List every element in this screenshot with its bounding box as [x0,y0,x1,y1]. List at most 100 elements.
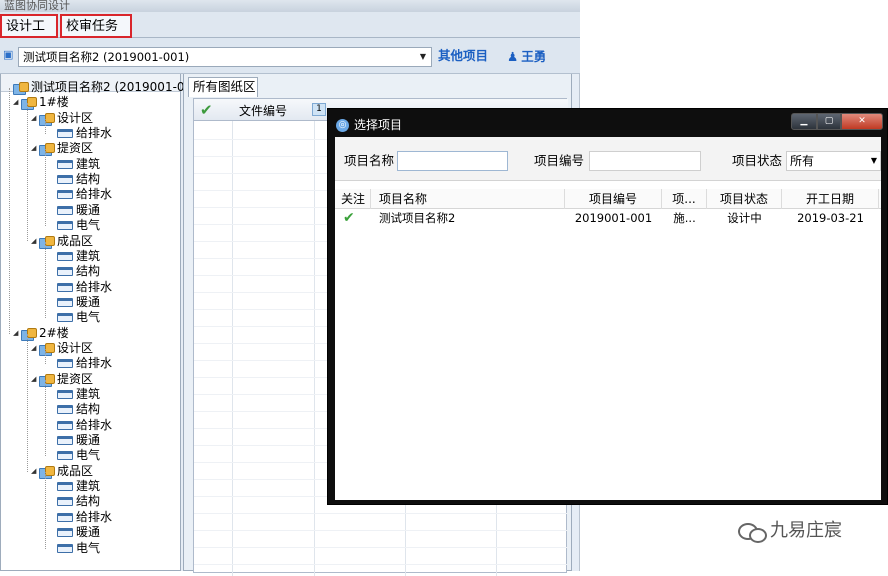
tab-review-tasks[interactable]: 校审任务区 [60,14,132,56]
tree-node-label: 电气 [76,448,101,463]
expand-icon[interactable]: ◢ [31,111,39,126]
chevron-down-icon[interactable]: ▼ [871,152,877,170]
maximize-icon[interactable]: ▢ [817,113,841,130]
tree-leaf-node[interactable]: 给排水 [49,510,112,525]
check-icon[interactable]: ✔ [200,101,213,119]
project-icon: ▣ [3,48,14,61]
tree-leaf-node[interactable]: 电气 [49,310,100,325]
tree-leaf-node[interactable]: 给排水 [49,418,112,433]
tree-leaf-node[interactable]: 给排水 [49,356,112,371]
tree-leaf-node[interactable]: 电气 [49,541,100,556]
window-title: 蓝图协同设计 [0,0,580,12]
tree-leaf-node[interactable]: 建筑 [49,387,100,402]
tree-folder-node[interactable]: ◢ 1#楼 [13,95,69,111]
expand-icon[interactable]: ◢ [31,341,39,356]
tree-leaf-node[interactable]: 建筑 [49,479,100,494]
col-file-number[interactable]: 文件编号 [239,102,287,119]
doc-icon [57,420,73,430]
folder-icon [13,82,29,95]
tree-connector [45,379,46,457]
tree-leaf-node[interactable]: 结构 [49,172,100,187]
tree-node-label: 提资区 [57,141,94,156]
tree-node-label: 给排水 [76,509,113,524]
app-logo-icon: ◎ [336,119,349,132]
col-project-type[interactable]: 项... [662,189,707,209]
tree-leaf-node[interactable]: 结构 [49,264,100,279]
tree-leaf-node[interactable]: 结构 [49,494,100,509]
col-start-date[interactable]: 开工日期 [782,189,879,209]
doc-icon [57,251,73,261]
folder-icon [39,342,55,356]
doc-icon [57,159,73,169]
doc-icon [57,436,73,446]
tree-root-node[interactable]: 测试项目名称2 (2019001-001) [5,80,205,95]
doc-icon [57,190,73,200]
project-select-value: 测试项目名称2 (2019001-001) [23,50,190,64]
tree-leaf-node[interactable]: 电气 [49,218,100,233]
grid-row-line [194,513,568,514]
expand-icon[interactable]: ◢ [31,234,39,249]
tree-leaf-node[interactable]: 建筑 [49,157,100,172]
folder-icon [21,327,37,341]
project-select[interactable]: 测试项目名称2 (2019001-001) ▼ [18,47,432,67]
current-user[interactable]: ♟ 王勇 [507,48,546,66]
project-name-input[interactable] [397,151,508,171]
tree-leaf-node[interactable]: 建筑 [49,249,100,264]
other-projects-link[interactable]: 其他项目 [438,47,488,65]
tree-leaf-node[interactable]: 暖通 [49,295,100,310]
col-project-status[interactable]: 项目状态 [707,189,782,209]
tree-folder-node[interactable]: ◢ 2#楼 [13,326,69,341]
tab-design-workspace[interactable]: 设计工作区 [0,14,58,56]
projects-table: 关注 项目名称 项目编号 项... 项目状态 开工日期 ✔ 测试项目名称2 20… [335,189,881,500]
tree-folder-node[interactable]: ◢ 成品区 [31,234,93,249]
tree-node-label: 给排水 [76,126,113,141]
col-project-number[interactable]: 项目编号 [565,189,662,209]
expand-icon[interactable]: ◢ [13,95,21,110]
table-header: 关注 项目名称 项目编号 项... 项目状态 开工日期 [335,189,881,209]
tree-folder-node[interactable]: ◢ 提资区 [31,372,93,387]
chevron-down-icon[interactable]: ▼ [417,50,429,64]
tree-node-label: 设计区 [57,340,94,355]
tree-leaf-node[interactable]: 电气 [49,448,100,463]
tree-leaf-node[interactable]: 结构 [49,402,100,417]
tree-node-label: 暖通 [76,294,101,309]
tree-node-label: 电气 [76,540,101,555]
col-project-name[interactable]: 项目名称 [371,189,565,209]
expand-icon[interactable]: ◢ [31,464,39,479]
col-follow[interactable]: 关注 [335,189,371,209]
tree-node-label: 电气 [76,310,101,325]
cell-project-name: 测试项目名称2 [379,211,456,225]
tree-node-label: 建筑 [76,156,101,171]
check-icon[interactable]: ✔ [343,209,369,227]
tree-connector [9,88,10,334]
user-icon: ♟ [507,49,519,64]
tree-node-label: 结构 [76,264,101,279]
tree-connector [45,241,46,319]
expand-icon[interactable]: ◢ [13,326,21,341]
tree-node-label: 成品区 [57,463,94,478]
minimize-icon[interactable]: ▁ [791,113,817,130]
tree-leaf-node[interactable]: 暖通 [49,525,100,540]
tree-node-label: 暖通 [76,202,101,217]
tree-leaf-node[interactable]: 给排水 [49,126,112,141]
doc-icon [57,359,73,369]
project-status-select[interactable]: 所有 ▼ [786,151,881,171]
tree-folder-node[interactable]: ◢ 提资区 [31,141,94,157]
tree-folder-node[interactable]: ◢ 设计区 [31,111,93,126]
tree-leaf-node[interactable]: 给排水 [49,280,112,295]
project-status-value: 所有 [790,154,815,168]
tree-leaf-node[interactable]: 暖通 [49,433,100,448]
tab-all-drawings[interactable]: 所有图纸区 [188,77,258,97]
close-icon[interactable]: ✕ [841,113,883,130]
tree-folder-node[interactable]: ◢ 成品区 [31,464,93,479]
tree-node-label: 暖通 [76,525,101,540]
tree-folder-node[interactable]: ◢ 设计区 [31,341,93,356]
tree-leaf-node[interactable]: 给排水 [49,187,112,202]
expand-icon[interactable]: ◢ [31,372,39,387]
tree-node-label: 建筑 [76,387,101,401]
expand-icon[interactable]: ◢ [31,141,39,156]
dialog-body: 项目名称 项目编号 项目状态 所有 ▼ 关注 项目名称 项目编号 项... 项目状… [335,137,881,500]
tree-leaf-node[interactable]: 暖通 [49,203,100,218]
project-number-input[interactable] [589,151,701,171]
tree-node-label: 2#楼 [39,325,69,340]
